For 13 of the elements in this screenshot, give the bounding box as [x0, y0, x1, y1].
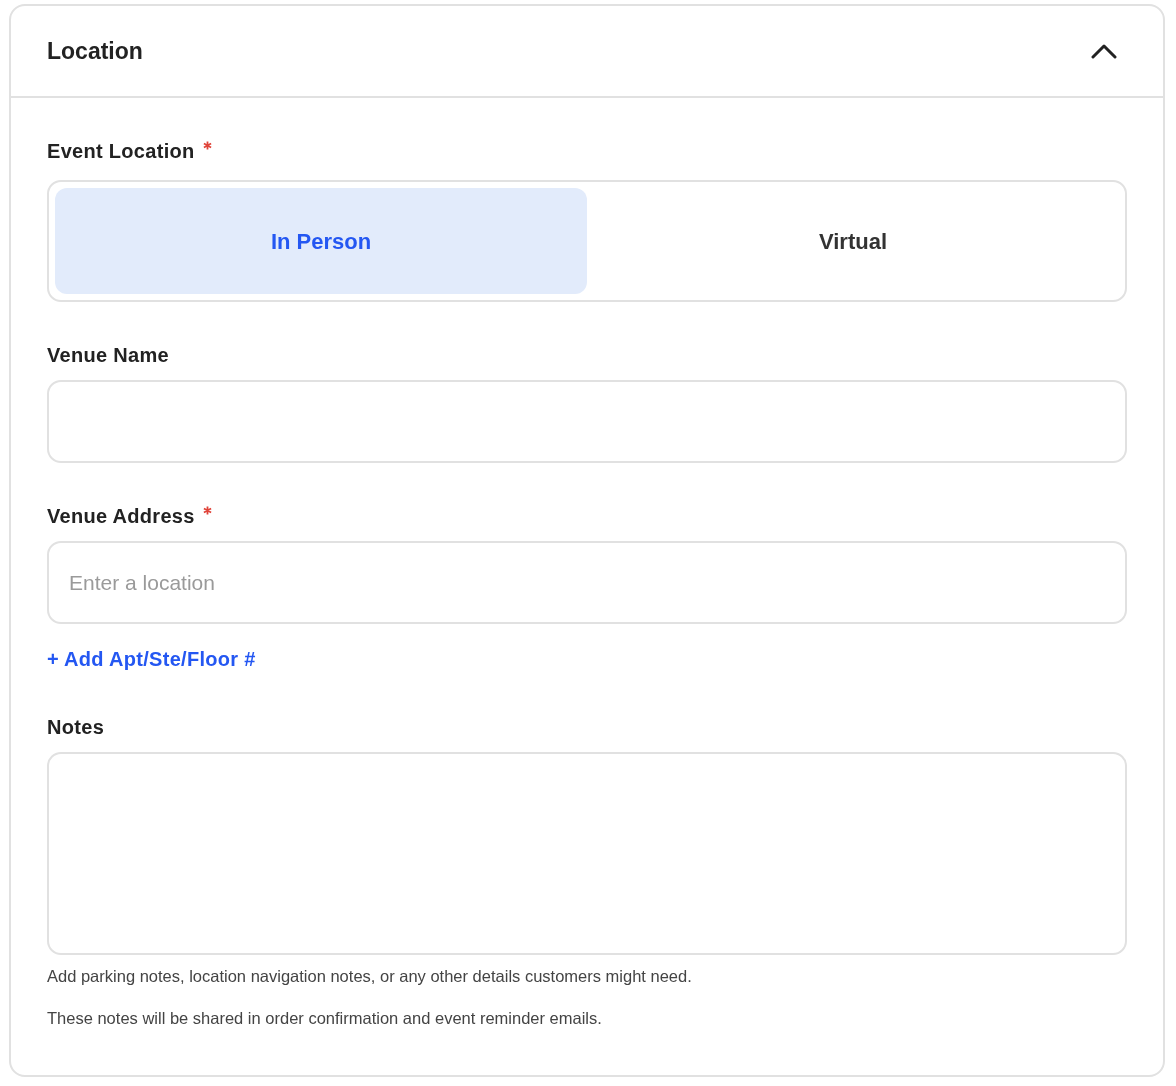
field-label: Event Location	[47, 139, 195, 164]
help-text: These notes will be shared in order confirmation and event reminder emails.	[47, 1008, 603, 1029]
field-label: Venue Name	[47, 343, 169, 368]
field-label: Notes	[47, 715, 105, 740]
notes-textarea[interactable]	[47, 752, 1127, 955]
section-title: Location	[47, 36, 143, 66]
field-label: Venue Address	[47, 504, 195, 529]
input-field[interactable]	[47, 380, 1127, 463]
input-field[interactable]: Enter a location	[47, 541, 1127, 624]
add-unit-link[interactable]: + Add Apt/Ste/Floor #	[47, 644, 256, 674]
help-text: Add parking notes, location navigation notes, or any other details customers might need.	[47, 966, 693, 987]
segment-tab[interactable]: In Person	[55, 188, 587, 294]
chevron-icon	[1091, 43, 1117, 59]
